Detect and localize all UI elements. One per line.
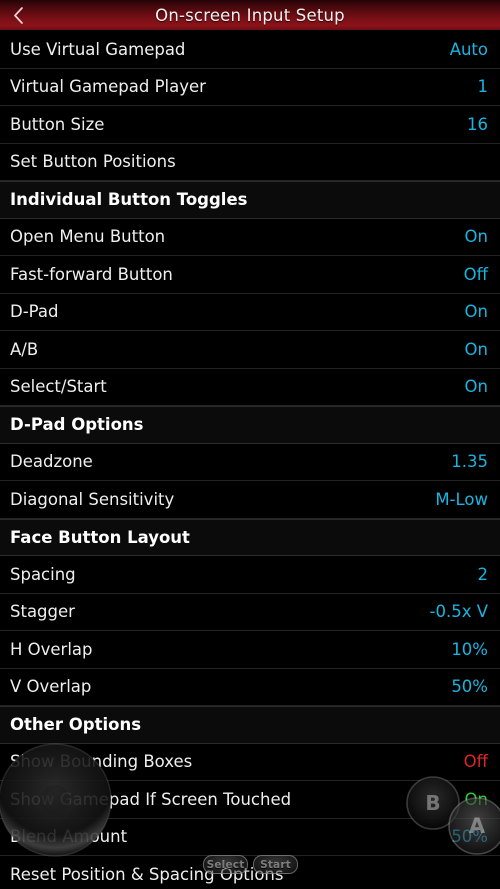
setting-row[interactable]: Reset Position & Spacing Options (0, 856, 500, 889)
setting-row[interactable]: Use Virtual Gamepad Auto (0, 31, 500, 69)
setting-row[interactable]: Spacing 2 (0, 556, 500, 594)
setting-label: A/B (10, 339, 39, 359)
setting-row[interactable]: Deadzone 1.35 (0, 443, 500, 481)
setting-value[interactable]: -0.5x V (430, 602, 489, 621)
setting-value[interactable]: M-Low (435, 490, 488, 509)
setting-row[interactable]: Diagonal Sensitivity M-Low (0, 481, 500, 519)
setting-label: Virtual Gamepad Player (10, 77, 206, 97)
setting-value[interactable]: 16 (467, 115, 488, 134)
title-bar: On-screen Input Setup (0, 0, 500, 31)
setting-row[interactable]: Stagger -0.5x V (0, 593, 500, 631)
button-select-label: Select (206, 858, 245, 871)
setting-label: Diagonal Sensitivity (10, 489, 175, 509)
setting-label: H Overlap (10, 639, 93, 659)
setting-value[interactable]: Off (464, 752, 488, 771)
section-header-label: Individual Button Toggles (10, 190, 248, 210)
setting-row[interactable]: D-Pad On (0, 293, 500, 331)
back-button[interactable] (0, 0, 36, 31)
setting-label: V Overlap (10, 677, 92, 697)
setting-value[interactable]: 10% (451, 640, 488, 659)
setting-value[interactable]: On (465, 227, 488, 246)
setting-label: Spacing (10, 564, 76, 584)
section-header: Other Options (0, 706, 500, 744)
setting-label: Fast-forward Button (10, 264, 173, 284)
section-header-label: D-Pad Options (10, 415, 144, 435)
page-title: On-screen Input Setup (155, 5, 345, 25)
setting-value[interactable]: 50% (451, 677, 488, 696)
chevron-left-icon (12, 6, 25, 25)
section-header-label: Face Button Layout (10, 527, 190, 547)
setting-value[interactable]: On (465, 340, 488, 359)
setting-value[interactable]: 2 (478, 565, 489, 584)
setting-row[interactable]: Open Menu Button On (0, 218, 500, 256)
button-b-label: B (425, 791, 440, 815)
button-start[interactable]: Start (253, 855, 298, 874)
button-start-label: Start (260, 858, 291, 871)
setting-label: D-Pad (10, 302, 59, 322)
button-a[interactable]: A (448, 797, 500, 855)
setting-row[interactable]: V Overlap 50% (0, 668, 500, 706)
setting-value[interactable]: On (465, 377, 488, 396)
section-header: Face Button Layout (0, 518, 500, 556)
setting-label: Button Size (10, 114, 105, 134)
on-screen-input-setup-screen: On-screen Input Setup Use Virtual Gamepa… (0, 0, 500, 889)
dpad-control[interactable] (0, 743, 112, 857)
setting-row[interactable]: Set Button Positions (0, 143, 500, 181)
setting-value[interactable]: Auto (450, 40, 488, 59)
setting-label: Reset Position & Spacing Options (10, 864, 284, 884)
section-header: D-Pad Options (0, 406, 500, 444)
setting-value[interactable]: 1.35 (451, 452, 488, 471)
setting-value[interactable]: Off (464, 265, 488, 284)
setting-label: Select/Start (10, 377, 107, 397)
button-a-label: A (469, 814, 486, 838)
setting-value[interactable]: On (465, 302, 488, 321)
setting-label: Stagger (10, 602, 75, 622)
setting-row[interactable]: Button Size 16 (0, 106, 500, 144)
setting-label: Set Button Positions (10, 152, 176, 172)
setting-row[interactable]: H Overlap 10% (0, 631, 500, 669)
setting-row[interactable]: Fast-forward Button Off (0, 256, 500, 294)
setting-value[interactable]: 1 (478, 77, 489, 96)
setting-label: Open Menu Button (10, 227, 166, 247)
setting-row[interactable]: A/B On (0, 331, 500, 369)
button-select[interactable]: Select (203, 855, 248, 874)
section-header-label: Other Options (10, 715, 142, 735)
section-header: Individual Button Toggles (0, 181, 500, 219)
setting-row[interactable]: Virtual Gamepad Player 1 (0, 68, 500, 106)
setting-label: Deadzone (10, 452, 93, 472)
setting-row[interactable]: Select/Start On (0, 368, 500, 406)
setting-label: Use Virtual Gamepad (10, 39, 186, 59)
